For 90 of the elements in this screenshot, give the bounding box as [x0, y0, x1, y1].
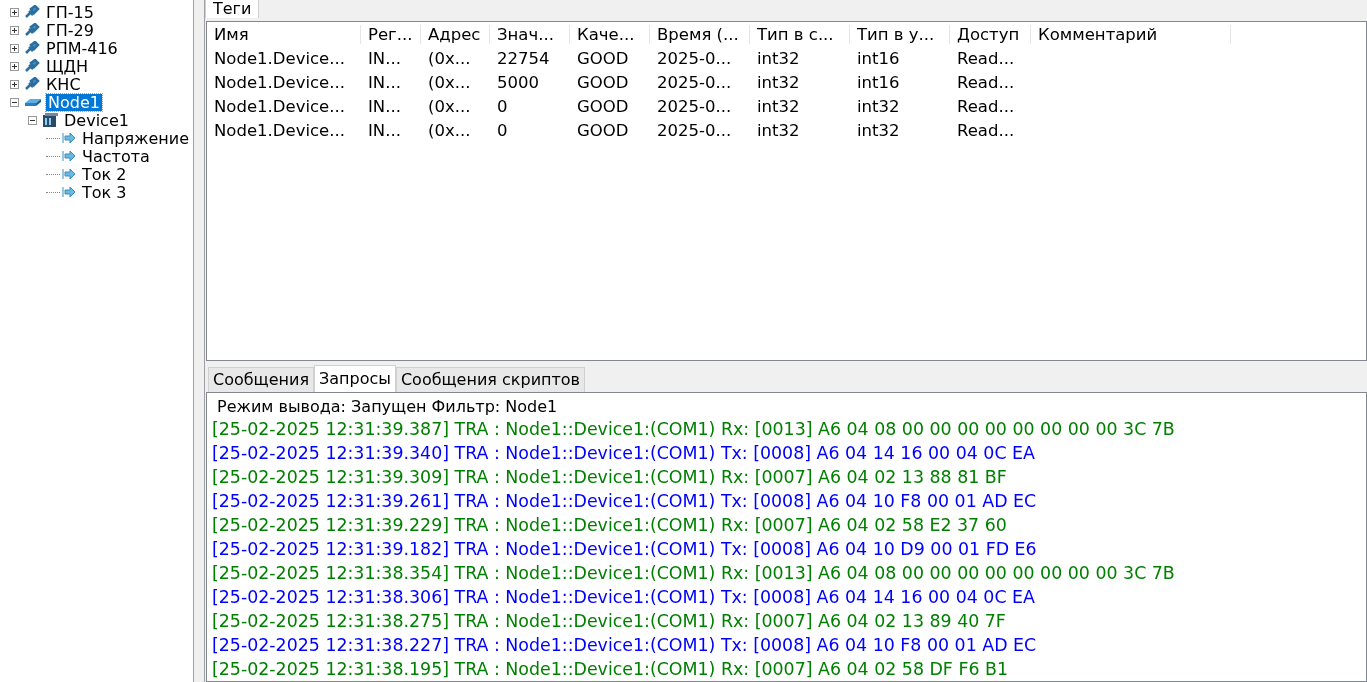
table-cell: GOOD [577, 96, 629, 116]
table-cell: (0x... [428, 96, 471, 116]
log-line: [25-02-2025 12:31:39.229] TRA : Node1::Device1:(COM1) Rx: [0007] A6 04 02 58 E2 37 60 [212, 514, 1008, 537]
table-cell: 5000 [497, 72, 539, 92]
log-line: [25-02-2025 12:31:39.309] TRA : Node1::Device1:(COM1) Rx: [0007] A6 04 02 13 88 81 BF [212, 466, 1008, 489]
table-cell: Node1.Device... [214, 72, 345, 92]
log-line: [25-02-2025 12:31:39.261] TRA : Node1::Device1:(COM1) Tx: [0008] A6 04 10 F8 00 01 AD EC [212, 490, 1038, 513]
table-cell: IN... [368, 48, 401, 68]
tree-item[interactable]: Node1 [46, 93, 102, 111]
table-cell: Read... [957, 48, 1015, 68]
table-cell: int16 [857, 48, 900, 68]
table-cell: Node1.Device... [214, 96, 345, 116]
table-cell: Read... [957, 120, 1015, 140]
log-line: [25-02-2025 12:31:38.306] TRA : Node1::Device1:(COM1) Tx: [0008] A6 04 14 16 00 04 0C EA [212, 586, 1036, 609]
tree-item[interactable]: РПМ-416 [44, 39, 120, 57]
column-header[interactable]: Знач... [490, 24, 570, 44]
table-cell: 2025-0... [657, 120, 732, 140]
table-cell: IN... [368, 96, 401, 116]
table-cell: IN... [368, 72, 401, 92]
expand-toggle[interactable] [10, 7, 19, 17]
tab[interactable]: Сообщения [208, 367, 314, 392]
log-line: [25-02-2025 12:31:39.387] TRA : Node1::Device1:(COM1) Rx: [0013] A6 04 08 00 00 00 00 00 00 00 00 3C 7B [212, 418, 1176, 441]
table-cell: int32 [757, 48, 800, 68]
cable-icon [24, 41, 40, 55]
cable-icon [24, 5, 40, 19]
collapse-toggle[interactable] [28, 115, 37, 125]
column-header[interactable]: Имя [207, 24, 361, 44]
column-header[interactable]: Адрес [421, 24, 490, 44]
log-line: [25-02-2025 12:31:38.227] TRA : Node1::Device1:(COM1) Tx: [0008] A6 04 10 F8 00 01 AD EC [212, 634, 1038, 657]
tree-item[interactable]: Напряжение [80, 129, 192, 147]
table-cell: 2025-0... [657, 48, 732, 68]
tree-item[interactable]: ГП-29 [44, 21, 96, 39]
arrow-icon [62, 186, 76, 198]
table-cell: GOOD [577, 120, 629, 140]
log-line: [25-02-2025 12:31:38.275] TRA : Node1::Device1:(COM1) Rx: [0007] A6 04 02 13 89 40 7F [212, 610, 1007, 633]
table-cell: Read... [957, 96, 1015, 116]
table-cell: (0x... [428, 72, 471, 92]
collapse-toggle[interactable] [10, 97, 19, 107]
tree-item[interactable]: ГП-15 [44, 3, 96, 21]
table-cell: Node1.Device... [214, 48, 345, 68]
table-cell: Read... [957, 72, 1015, 92]
table-cell: IN... [368, 120, 401, 140]
log-line: [25-02-2025 12:31:38.195] TRA : Node1::Device1:(COM1) Rx: [0007] A6 04 02 58 DF F6 B1 [212, 658, 1009, 681]
table-cell: int32 [757, 96, 800, 116]
table-cell: (0x... [428, 48, 471, 68]
table-cell: int32 [757, 120, 800, 140]
log-line: [25-02-2025 12:31:39.340] TRA : Node1::Device1:(COM1) Tx: [0008] A6 04 14 16 00 04 0C EA [212, 442, 1036, 465]
arrow-icon [62, 168, 76, 180]
log-header: Режим вывода: Запущен Фильтр: Node1 [216, 397, 559, 417]
log-line: [25-02-2025 12:31:38.354] TRA : Node1::Device1:(COM1) Rx: [0013] A6 04 08 00 00 00 00 00 00 00 00 3C 7B [212, 562, 1176, 585]
column-header[interactable]: Рег... [361, 24, 421, 44]
table-cell: 0 [497, 120, 508, 140]
column-header[interactable]: Комментарий [1031, 24, 1231, 44]
table-cell: 2025-0... [657, 72, 732, 92]
table-cell: int32 [757, 72, 800, 92]
table-cell: GOOD [577, 48, 629, 68]
device-icon [42, 112, 58, 128]
tree-item[interactable]: Ток 2 [80, 165, 129, 183]
cable-icon [24, 77, 40, 91]
table-cell: int32 [857, 120, 900, 140]
table-cell: int16 [857, 72, 900, 92]
tab[interactable]: Запросы [314, 365, 396, 392]
column-header[interactable]: Тип в у... [850, 24, 950, 44]
column-header[interactable]: Тип в с... [750, 24, 850, 44]
expand-toggle[interactable] [10, 43, 19, 53]
tree-item[interactable]: КНС [44, 75, 83, 93]
tree-item[interactable]: Ток 3 [80, 183, 129, 201]
table-cell: int32 [857, 96, 900, 116]
log-line: [25-02-2025 12:31:39.182] TRA : Node1::Device1:(COM1) Tx: [0008] A6 04 10 D9 00 01 FD E6 [212, 538, 1038, 561]
table-cell: (0x... [428, 120, 471, 140]
table-cell: 0 [497, 96, 508, 116]
expand-toggle[interactable] [10, 61, 19, 71]
column-header[interactable]: Доступ [950, 24, 1031, 44]
column-header[interactable]: Каче... [570, 24, 650, 44]
table-cell: 2025-0... [657, 96, 732, 116]
tree-item[interactable]: Частота [80, 147, 152, 165]
tree-item[interactable]: ЩДН [44, 57, 91, 75]
expand-toggle[interactable] [10, 79, 19, 89]
cable-icon [24, 59, 40, 73]
arrow-icon [62, 132, 76, 144]
cable-icon [24, 23, 40, 37]
tree-item[interactable]: Device1 [62, 111, 131, 129]
tab[interactable]: Теги [205, 0, 260, 18]
table-cell: Node1.Device... [214, 120, 345, 140]
column-header[interactable]: Время (... [650, 24, 750, 44]
expand-toggle[interactable] [10, 25, 19, 35]
arrow-icon [62, 150, 76, 162]
table-cell: 22754 [497, 48, 550, 68]
table-cell: GOOD [577, 72, 629, 92]
tab[interactable]: Сообщения скриптов [395, 367, 586, 392]
